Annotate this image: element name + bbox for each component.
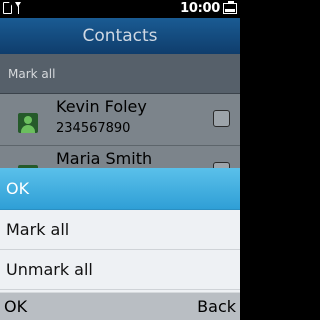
status-bar: 10:00	[0, 0, 240, 18]
contact-row[interactable]: Kevin Foley 234567890	[0, 94, 240, 146]
options-menu: OK Mark all Unmark all	[0, 168, 240, 292]
clock: 10:00	[180, 1, 220, 16]
contact-name: Kevin Foley	[56, 97, 147, 116]
sim-card-icon	[3, 2, 12, 14]
menu-item-unmark-all[interactable]: Unmark all	[0, 250, 240, 290]
status-right: 10:00	[180, 1, 237, 16]
contact-avatar-icon	[18, 113, 38, 133]
right-softkey[interactable]: Back	[197, 297, 236, 316]
status-left	[3, 2, 21, 14]
menu-item-ok[interactable]: OK	[0, 168, 240, 210]
contact-checkbox[interactable]	[213, 110, 230, 127]
contact-number: 234567890	[56, 121, 131, 136]
menu-item-mark-all[interactable]: Mark all	[0, 210, 240, 250]
signal-icon	[15, 2, 21, 14]
battery-icon	[223, 1, 237, 14]
screen-title: Contacts	[0, 18, 240, 54]
mark-all-row[interactable]: Mark all	[0, 54, 240, 94]
left-softkey[interactable]: OK	[4, 297, 27, 316]
contact-name: Maria Smith	[56, 149, 153, 168]
softkey-bar: OK Back	[0, 292, 240, 320]
